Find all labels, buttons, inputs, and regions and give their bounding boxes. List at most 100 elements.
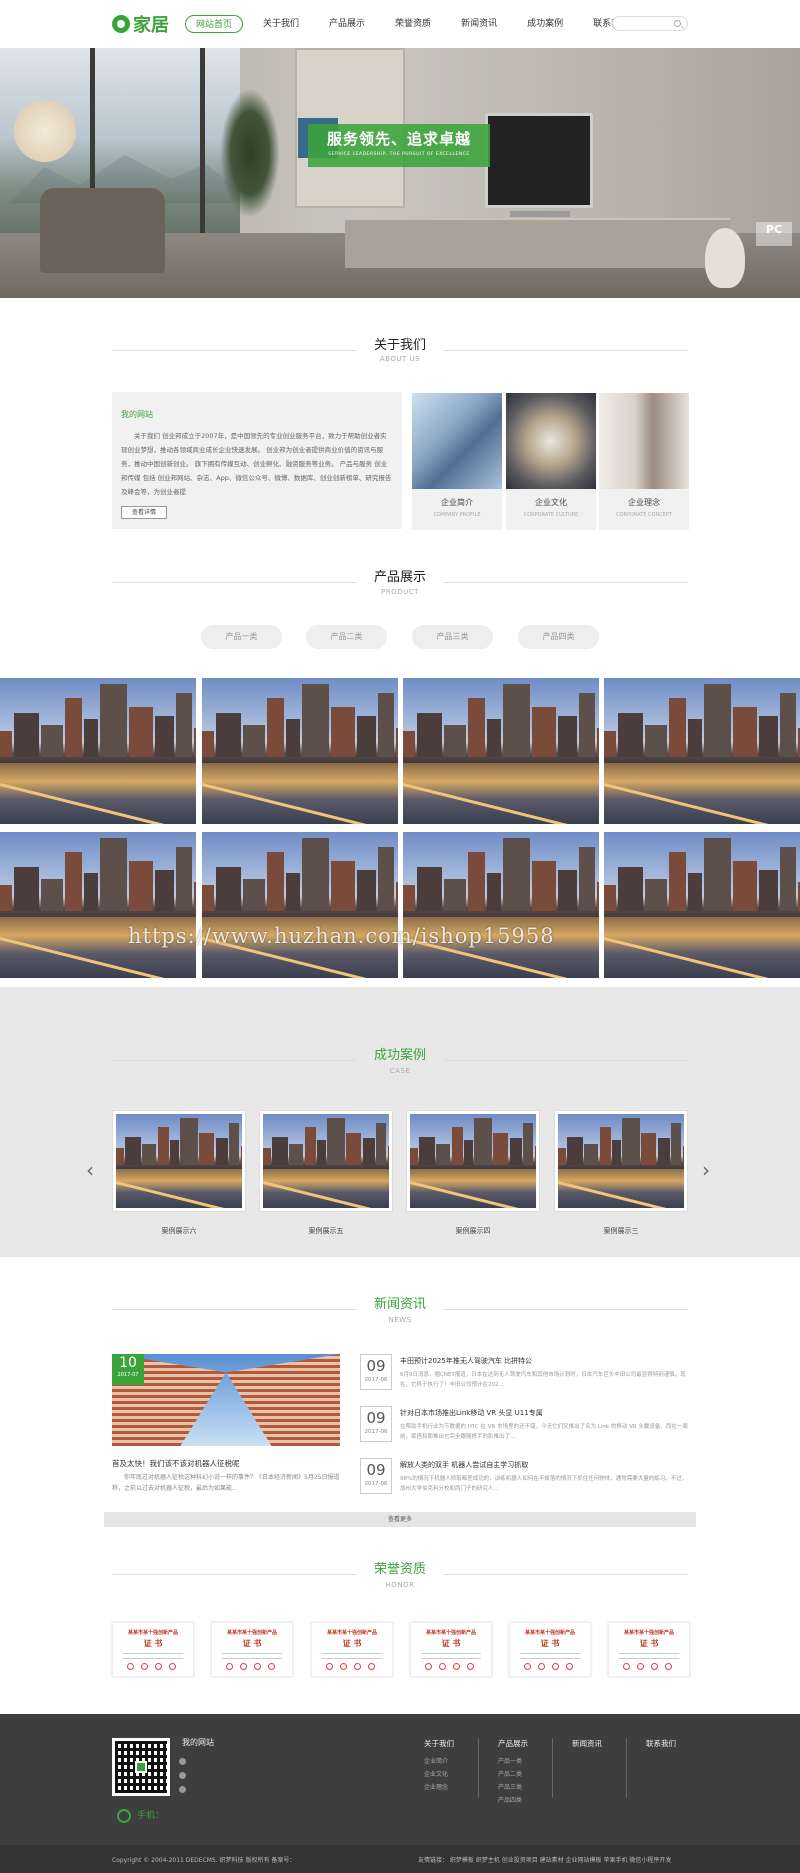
- logo-text: 家居: [133, 15, 169, 36]
- news-title-link[interactable]: 丰田预计2025年推无人驾驶汽车 比拼特公: [400, 1356, 532, 1366]
- product-tab-3[interactable]: 产品三类: [412, 625, 493, 649]
- footer-link[interactable]: 企业理念: [424, 1781, 454, 1794]
- news-featured-image[interactable]: [112, 1354, 340, 1446]
- product-image[interactable]: [604, 832, 800, 978]
- about-text: 关于我们 创业邦成立于2007年，是中国领先的专业创业服务平台，致力于帮助创业者…: [121, 432, 392, 496]
- cert-seal-icon: [467, 1663, 474, 1670]
- case-label[interactable]: 案例展示六: [112, 1226, 246, 1236]
- product-image[interactable]: [403, 832, 599, 978]
- city-building: [64, 698, 83, 757]
- product-tab-2[interactable]: 产品二类: [306, 625, 387, 649]
- news-featured-date: 10 2017-07: [112, 1354, 144, 1385]
- product-tab-4[interactable]: 产品四类: [518, 625, 599, 649]
- news-featured-title[interactable]: 首及太快！我们该不该对机器人征税呢: [112, 1458, 240, 1469]
- news-title-link[interactable]: 针对日本市场推出Link移动 VR 头显 U11专属: [400, 1408, 543, 1418]
- about-card-concept[interactable]: 企业理念 CORPORATE CONCEPT: [599, 393, 689, 530]
- city-building: [170, 1140, 179, 1165]
- footer-col-heading[interactable]: 新闻资讯: [572, 1738, 602, 1749]
- city-building: [444, 724, 466, 757]
- cert-line: [123, 1658, 183, 1659]
- city-building: [617, 713, 644, 757]
- nav-home[interactable]: 网站首页: [185, 15, 244, 33]
- case-prev-arrow-icon[interactable]: ‹: [86, 1158, 94, 1182]
- date-month: 2017-07: [117, 1372, 139, 1378]
- footer-link[interactable]: 产品一类: [498, 1755, 528, 1768]
- cert-line: [222, 1653, 282, 1654]
- city-building: [612, 1140, 621, 1165]
- news-item[interactable]: 09 2017-06 针对日本市场推出Link移动 VR 头显 U11专属 在帮…: [360, 1406, 690, 1446]
- banner-tv: [485, 113, 593, 208]
- case-next-arrow-icon[interactable]: ›: [702, 1158, 710, 1182]
- news-title-link[interactable]: 解放人类的双手 机器人尝试自主学习抓取: [400, 1460, 528, 1470]
- case-card[interactable]: [554, 1110, 688, 1212]
- city-building: [645, 724, 667, 757]
- logo[interactable]: 家居: [112, 12, 169, 36]
- city-building: [464, 1140, 473, 1165]
- nav-cases[interactable]: 成功案例: [517, 15, 573, 33]
- about-card-culture[interactable]: 企业文化 CORPORATE CULTURE: [506, 393, 596, 530]
- product-tab-1[interactable]: 产品一类: [201, 625, 282, 649]
- case-label[interactable]: 案例展示四: [406, 1226, 540, 1236]
- city-building: [387, 1145, 389, 1165]
- news-item[interactable]: 09 2017-06 丰田预计2025年推无人驾驶汽车 比拼特公 6月9日消息，…: [360, 1354, 690, 1394]
- hero-banner[interactable]: 服务领先、追求卓越 SERVICE LEADERSHIP, THE PURSUI…: [0, 48, 800, 298]
- city-building: [523, 1123, 534, 1165]
- about-more-button[interactable]: 查看详情: [121, 506, 167, 519]
- case-card[interactable]: [112, 1110, 246, 1212]
- nav-honor[interactable]: 荣誉资质: [385, 15, 441, 33]
- city-building: [534, 1145, 536, 1165]
- cert-title: 证 书: [242, 1639, 262, 1648]
- nav-about[interactable]: 关于我们: [253, 15, 309, 33]
- product-image[interactable]: [604, 678, 800, 824]
- city-building: [467, 852, 486, 911]
- product-image[interactable]: [403, 678, 599, 824]
- footer-link[interactable]: 产品三类: [498, 1781, 528, 1794]
- product-image[interactable]: [0, 832, 196, 978]
- footer-link[interactable]: 产品四类: [498, 1794, 528, 1807]
- city-building: [758, 715, 779, 757]
- case-card[interactable]: [406, 1110, 540, 1212]
- honor-certificate[interactable]: 某某市某十强创新产品证 书: [608, 1622, 690, 1677]
- nav-news[interactable]: 新闻资讯: [451, 15, 507, 33]
- footer-col-heading[interactable]: 联系我们: [646, 1738, 676, 1749]
- product-image[interactable]: [202, 832, 398, 978]
- cert-seal-icon: [637, 1663, 644, 1670]
- honor-certificate[interactable]: 某某市某十强创新产品证 书: [509, 1622, 591, 1677]
- city-building: [418, 1136, 436, 1165]
- news-more-button[interactable]: 查看更多: [104, 1512, 696, 1527]
- city-building: [286, 872, 300, 911]
- city-building: [41, 724, 63, 757]
- nav-products[interactable]: 产品展示: [319, 15, 375, 33]
- city-building: [362, 1138, 376, 1165]
- search-input[interactable]: [612, 16, 688, 31]
- city-building: [436, 1144, 451, 1165]
- friend-links[interactable]: 友情链接： 织梦模板 织梦主机 创业投资项目 建站素材 企业网站模板 苹果手机 …: [418, 1855, 671, 1864]
- footer-link[interactable]: 产品二类: [498, 1768, 528, 1781]
- news-item[interactable]: 09 2017-06 解放人类的双手 机器人尝试自主学习抓取 98%的情况下机器…: [360, 1458, 690, 1498]
- footer-col-heading[interactable]: 产品展示: [498, 1738, 528, 1749]
- footer-col-heading[interactable]: 关于我们: [424, 1738, 454, 1749]
- footer-link[interactable]: 企业文化: [424, 1768, 454, 1781]
- product-image[interactable]: [0, 678, 196, 824]
- search-icon[interactable]: [674, 20, 681, 27]
- case-label[interactable]: 案例展示三: [554, 1226, 688, 1236]
- city-building: [493, 1132, 509, 1165]
- date-month: 2017-06: [364, 1481, 388, 1487]
- honor-certificate[interactable]: 某某市某十强创新产品证 书: [112, 1622, 194, 1677]
- honor-certificate[interactable]: 某某市某十强创新产品证 书: [410, 1622, 492, 1677]
- city-building: [557, 715, 578, 757]
- honor-certificate[interactable]: 某某市某十强创新产品证 书: [311, 1622, 393, 1677]
- city-building: [566, 1136, 584, 1165]
- city-building: [13, 713, 40, 757]
- case-label[interactable]: 案例展示五: [259, 1226, 393, 1236]
- footer-link[interactable]: 企业简介: [424, 1755, 454, 1768]
- cert-heading: 某某市某十强创新产品: [226, 1630, 277, 1636]
- footer-phone[interactable]: 手机：: [117, 1808, 164, 1823]
- honor-certificate[interactable]: 某某市某十强创新产品证 书: [211, 1622, 293, 1677]
- main-nav: 网站首页 关于我们 产品展示 荣誉资质 新闻资讯 成功案例 联系我们: [185, 15, 649, 35]
- about-card-profile[interactable]: 企业简介 COMPANY PROFILE: [412, 393, 502, 530]
- product-image[interactable]: [202, 678, 398, 824]
- cert-line: [520, 1658, 580, 1659]
- cert-seal-icon: [226, 1663, 233, 1670]
- case-card[interactable]: [259, 1110, 393, 1212]
